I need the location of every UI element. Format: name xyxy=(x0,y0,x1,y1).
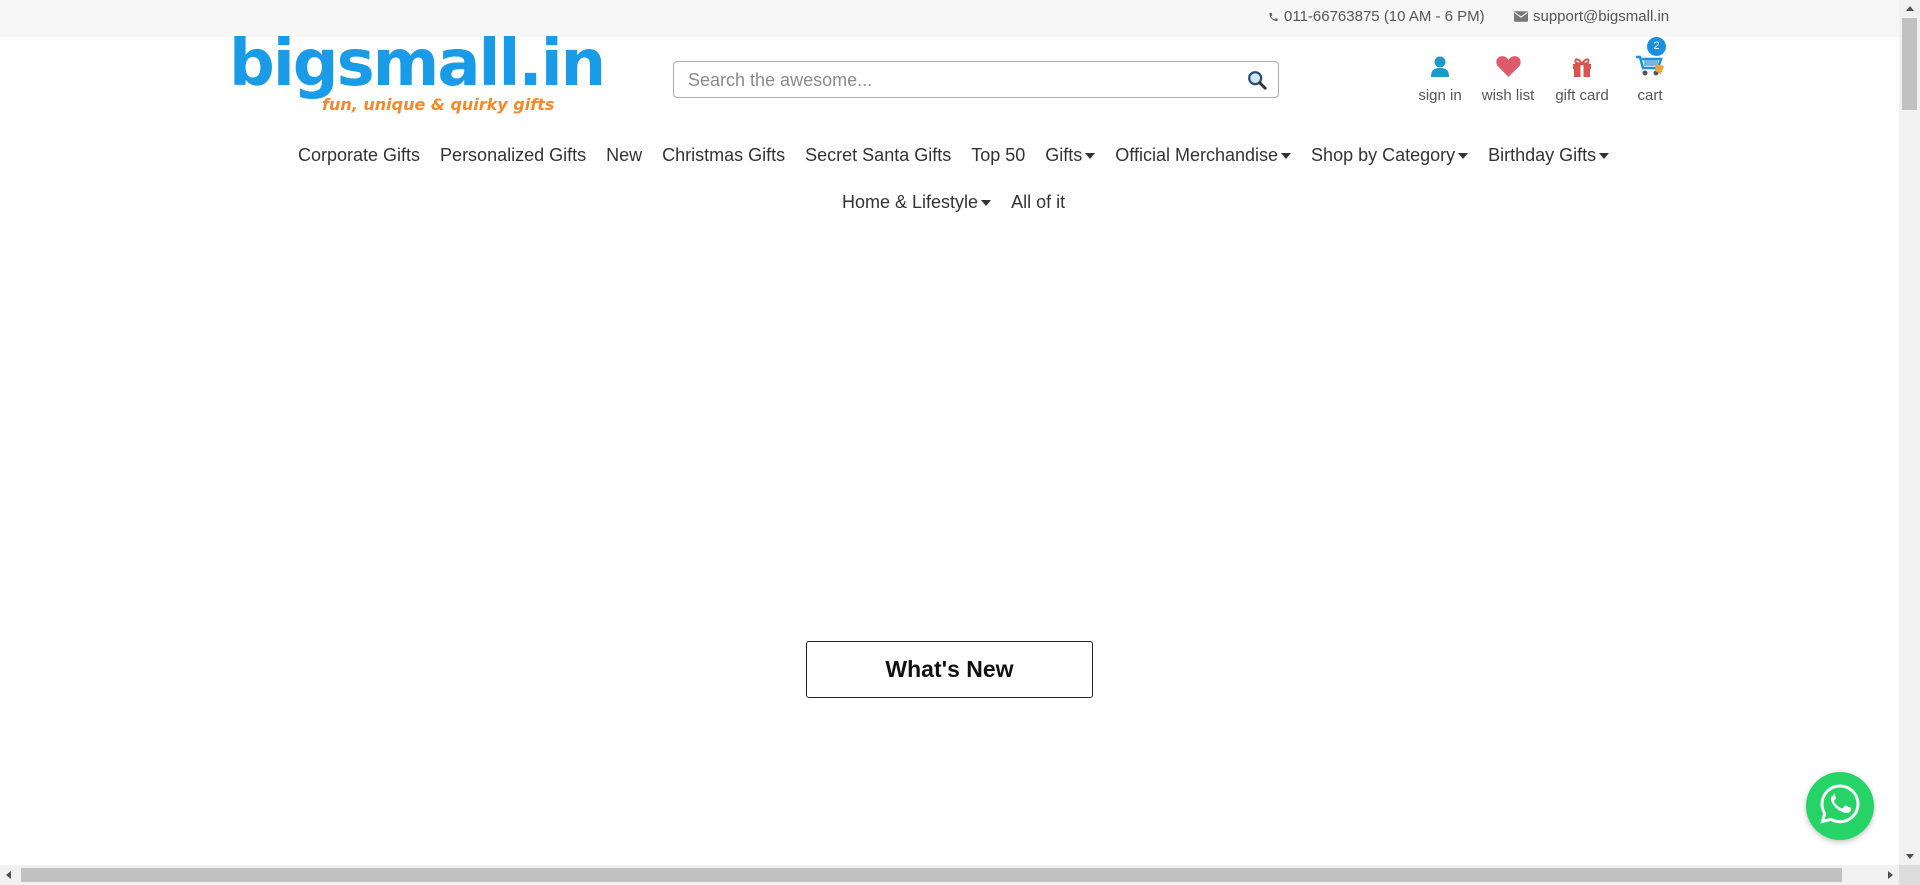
search-bar xyxy=(673,61,1279,99)
caret-down-icon xyxy=(1458,152,1469,159)
whats-new-button[interactable]: What's New xyxy=(806,641,1093,698)
site-logo[interactable]: bigsmall.in fun, unique & quirky gifts xyxy=(229,32,606,118)
logo-tagline: fun, unique & quirky gifts xyxy=(322,95,555,114)
phone-number: 011-66763875 (10 AM - 6 PM) xyxy=(1284,8,1485,25)
page: 011-66763875 (10 AM - 6 PM) support@bigs… xyxy=(0,0,1899,865)
horizontal-scrollbar-thumb[interactable] xyxy=(21,868,1842,882)
caret-down-icon xyxy=(1085,152,1096,159)
nav-item-home-lifestyle[interactable]: Home & Lifestyle xyxy=(842,192,992,213)
cart-count-badge: 2 xyxy=(1647,37,1666,56)
nav-item-official-merchandise[interactable]: Official Merchandise xyxy=(1115,145,1292,166)
search-input[interactable] xyxy=(686,62,1230,99)
cart-icon xyxy=(1634,52,1666,82)
wish-list-link[interactable]: wish list xyxy=(1479,52,1537,104)
horizontal-scrollbar[interactable] xyxy=(0,865,1899,885)
search-icon[interactable] xyxy=(1246,69,1268,91)
caret-down-icon xyxy=(1281,152,1292,159)
gift-card-label: gift card xyxy=(1555,87,1609,104)
heart-icon xyxy=(1495,54,1522,82)
vertical-scrollbar-thumb[interactable] xyxy=(1902,18,1917,110)
nav-item-personalized-gifts[interactable]: Personalized Gifts xyxy=(440,145,586,166)
nav-item-shop-by-category[interactable]: Shop by Category xyxy=(1311,145,1469,166)
nav-item-secret-santa-gifts[interactable]: Secret Santa Gifts xyxy=(805,145,951,166)
nav-item-gifts[interactable]: Gifts xyxy=(1045,145,1096,166)
wish-list-label: wish list xyxy=(1481,87,1535,104)
scrollbar-corner xyxy=(1899,865,1920,885)
whatsapp-chat-button[interactable] xyxy=(1806,772,1874,840)
logo-wordmark: bigsmall.in xyxy=(229,27,606,101)
nav-item-christmas-gifts[interactable]: Christmas Gifts xyxy=(662,145,785,166)
vertical-scrollbar[interactable] xyxy=(1899,0,1920,865)
caret-down-icon xyxy=(981,199,992,206)
caret-down-icon xyxy=(1599,152,1610,159)
nav-item-all-of-it[interactable]: All of it xyxy=(1011,192,1065,213)
cart-link[interactable]: 2 cart xyxy=(1630,37,1670,104)
envelope-icon xyxy=(1514,11,1528,22)
gift-card-link[interactable]: gift card xyxy=(1552,52,1612,104)
nav-item-new[interactable]: New xyxy=(606,145,642,166)
scroll-up-arrow-icon[interactable] xyxy=(1899,0,1920,17)
scroll-right-arrow-icon[interactable] xyxy=(1882,865,1899,885)
sign-in-link[interactable]: sign in xyxy=(1414,52,1466,104)
nav-item-top-50[interactable]: Top 50 xyxy=(971,145,1025,166)
sign-in-label: sign in xyxy=(1418,87,1462,104)
user-icon xyxy=(1430,56,1450,82)
cart-label: cart xyxy=(1637,87,1663,104)
email-contact[interactable]: support@bigsmall.in xyxy=(1514,8,1669,25)
nav-row: Home & Lifestyle All of it xyxy=(842,179,1065,226)
email-address: support@bigsmall.in xyxy=(1533,8,1670,25)
scroll-down-arrow-icon[interactable] xyxy=(1899,848,1920,865)
whatsapp-icon xyxy=(1818,782,1862,831)
gift-icon xyxy=(1571,56,1593,82)
nav-row: Corporate Gifts Personalized Gifts New C… xyxy=(298,132,1610,179)
nav-item-birthday-gifts[interactable]: Birthday Gifts xyxy=(1488,145,1610,166)
nav-item-corporate-gifts[interactable]: Corporate Gifts xyxy=(298,145,420,166)
phone-icon xyxy=(1268,11,1279,23)
phone-contact[interactable]: 011-66763875 (10 AM - 6 PM) xyxy=(1268,8,1485,25)
scroll-left-arrow-icon[interactable] xyxy=(0,865,17,885)
